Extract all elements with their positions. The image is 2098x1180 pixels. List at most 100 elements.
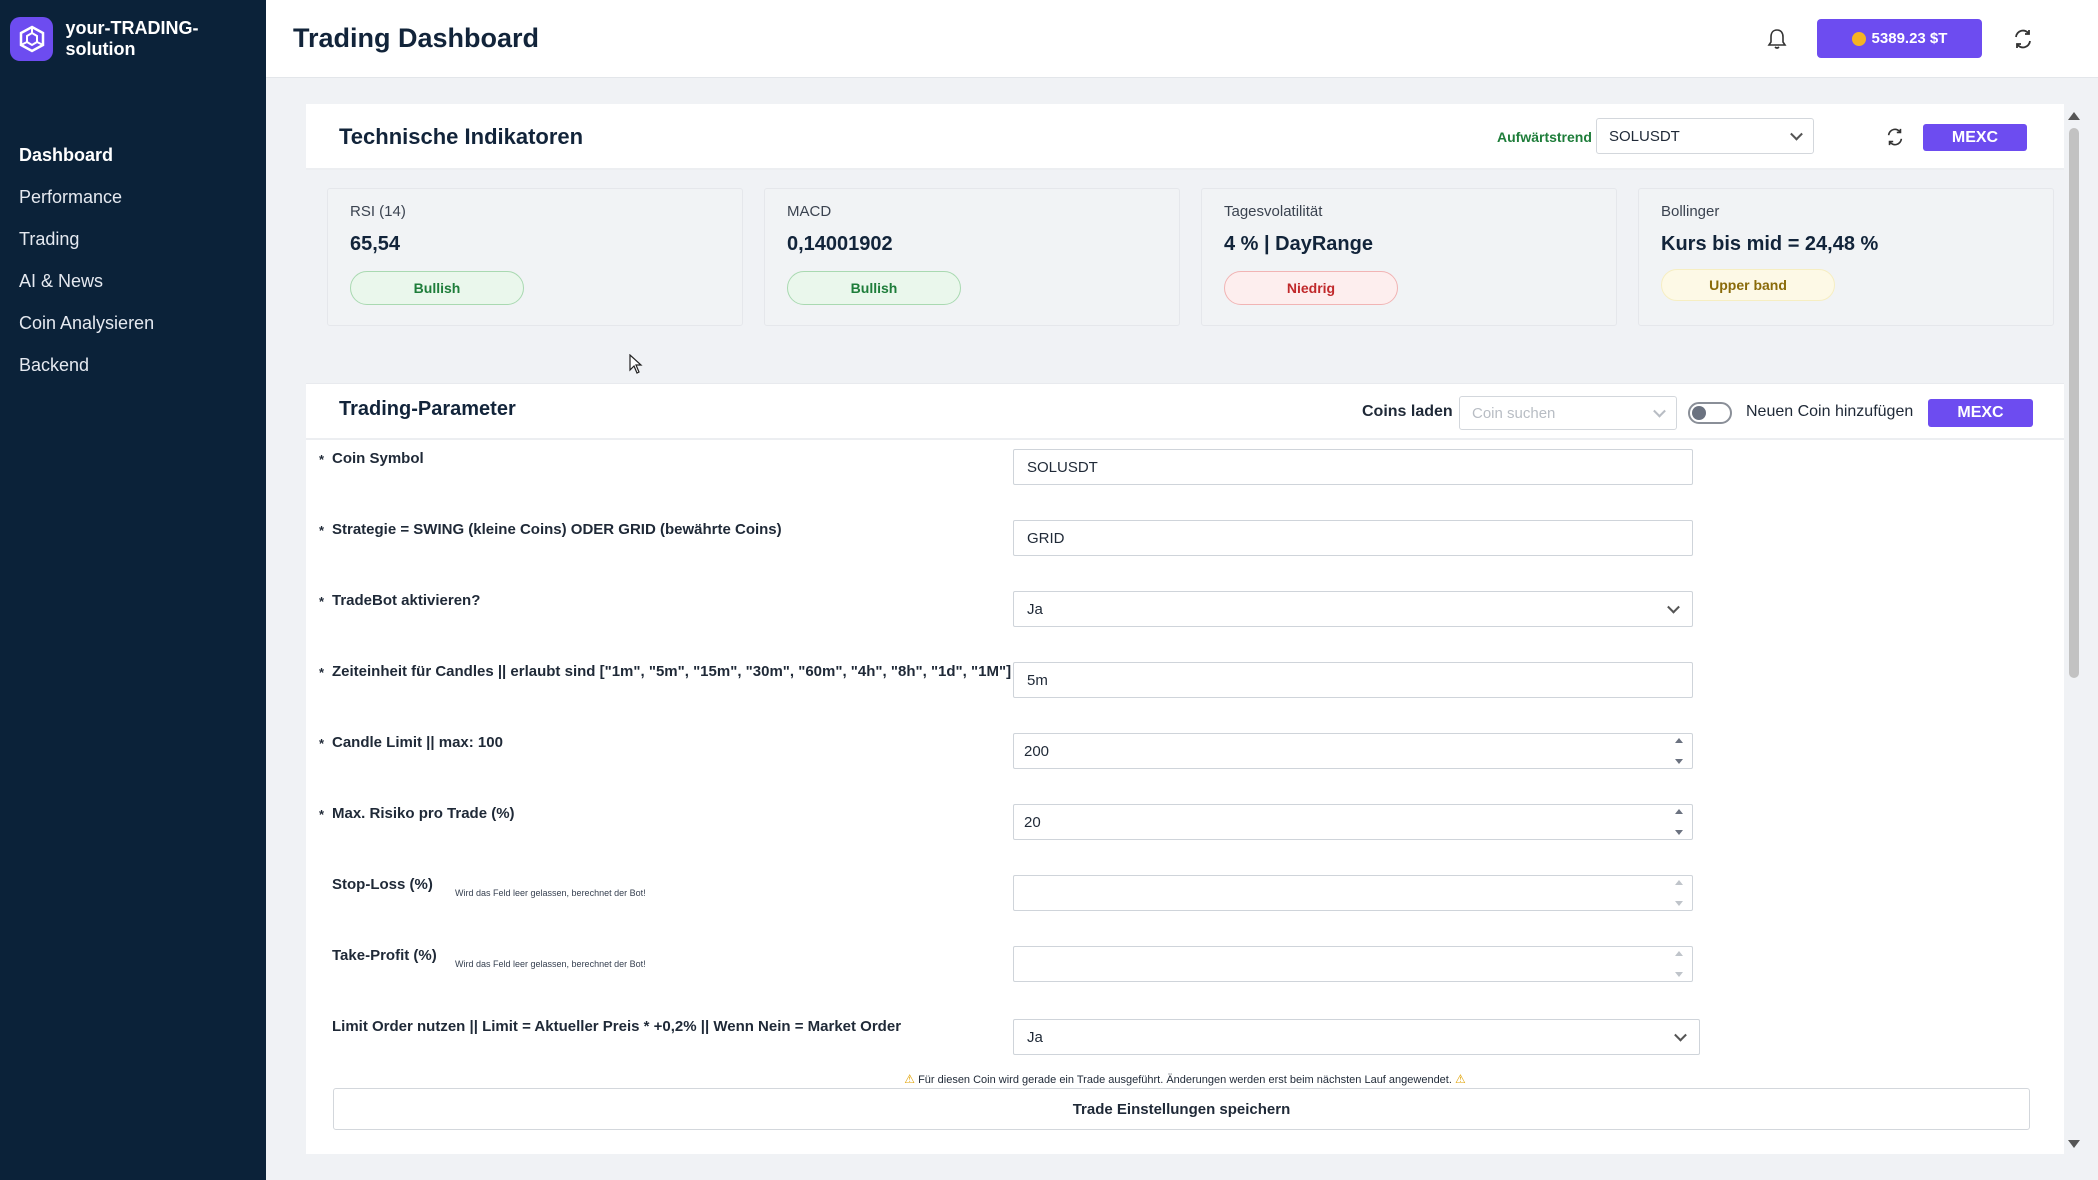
card-value: 4 % | DayRange xyxy=(1224,233,1373,255)
params-title: Trading-Parameter xyxy=(339,398,516,420)
select-value: Ja xyxy=(1027,600,1043,618)
balance-button[interactable]: 5389.23 $T xyxy=(1817,19,1982,58)
coin-icon xyxy=(1851,31,1866,46)
trade-warning: ⚠ Für diesen Coin wird gerade ein Trade … xyxy=(306,1072,2064,1086)
scroll-thumb[interactable] xyxy=(2069,128,2079,678)
sidebar-item-trading[interactable]: Trading xyxy=(0,218,266,260)
add-coin-label: Neuen Coin hinzufügen xyxy=(1746,403,1914,420)
field-hint: Wird das Feld leer gelassen, berechnet d… xyxy=(455,888,646,898)
status-badge: Bullish xyxy=(787,271,961,305)
number-stepper[interactable] xyxy=(1674,809,1684,835)
chevron-down-icon xyxy=(1667,600,1680,614)
trend-label: Aufwärtstrend xyxy=(1497,129,1592,145)
form-row-stop-loss: Stop-Loss (%) Wird das Feld leer gelasse… xyxy=(306,866,2064,937)
save-settings-button[interactable]: Trade Einstellungen speichern xyxy=(333,1088,2030,1130)
limit-order-select[interactable]: Ja xyxy=(1013,1019,1700,1055)
symbol-select-value: SOLUSDT xyxy=(1609,127,1680,145)
params-exchange-button[interactable]: MEXC xyxy=(1928,399,2033,427)
warning-icon: ⚠ xyxy=(904,1072,916,1086)
candle-limit-input[interactable]: 200 xyxy=(1013,733,1693,769)
scroll-down-icon[interactable] xyxy=(2068,1140,2080,1148)
indicator-card-volatility: Tagesvolatilität 4 % | DayRange Niedrig xyxy=(1201,188,1617,326)
brand[interactable]: your-TRADING-solution xyxy=(0,0,266,78)
field-label: Zeiteinheit für Candles || erlaubt sind … xyxy=(332,663,1012,680)
max-risk-input[interactable]: 20 xyxy=(1013,804,1693,840)
card-label: MACD xyxy=(787,203,832,220)
balance-value: 5389.23 $T xyxy=(1871,30,1948,47)
field-label: Limit Order nutzen || Limit = Aktueller … xyxy=(332,1018,902,1035)
input-value: 200 xyxy=(1024,742,1050,760)
form-row-candle-limit: * Candle Limit || max: 100 200 xyxy=(306,724,2064,795)
brand-logo-icon xyxy=(10,17,54,61)
form-row-tradebot: * TradeBot aktivieren? Ja xyxy=(306,582,2064,653)
field-label: TradeBot aktivieren? xyxy=(332,592,481,609)
indicator-card-macd: MACD 0,14001902 Bullish xyxy=(764,188,1180,326)
required-marker: * xyxy=(319,665,325,680)
number-stepper[interactable] xyxy=(1674,951,1684,977)
indicator-cards: RSI (14) 65,54 Bullish MACD 0,14001902 B… xyxy=(306,170,2064,384)
sidebar-item-ai-news[interactable]: AI & News xyxy=(0,260,266,302)
required-marker: * xyxy=(319,594,325,609)
sidebar-item-dashboard[interactable]: Dashboard xyxy=(0,134,266,176)
form-row-coin-symbol: * Coin Symbol SOLUSDT xyxy=(306,440,2064,511)
stop-loss-input[interactable] xyxy=(1013,875,1693,911)
add-coin-toggle[interactable] xyxy=(1688,402,1732,424)
refresh-indicators-icon[interactable] xyxy=(1882,124,1908,150)
coin-search-placeholder: Coin suchen xyxy=(1472,404,1556,422)
sidebar-item-performance[interactable]: Performance xyxy=(0,176,266,218)
coins-load-label: Coins laden xyxy=(1362,403,1453,420)
form-row-timeframe: * Zeiteinheit für Candles || erlaubt sin… xyxy=(306,653,2064,724)
indicator-card-bollinger: Bollinger Kurs bis mid = 24,48 % Upper b… xyxy=(1638,188,2054,326)
timeframe-input[interactable]: 5m xyxy=(1013,662,1693,698)
brand-name: your-TRADING-solution xyxy=(65,18,199,59)
tradebot-select[interactable]: Ja xyxy=(1013,591,1693,627)
field-label: Coin Symbol xyxy=(332,450,424,467)
number-stepper[interactable] xyxy=(1674,738,1684,764)
content-scrollbar[interactable] xyxy=(2066,104,2082,1154)
field-label: Strategie = SWING (kleine Coins) ODER GR… xyxy=(332,521,782,538)
chevron-down-icon xyxy=(1674,1028,1687,1042)
scroll-up-icon[interactable] xyxy=(2068,112,2080,120)
status-badge: Upper band xyxy=(1661,269,1835,301)
input-value: GRID xyxy=(1027,529,1065,547)
warning-text: Für diesen Coin wird gerade ein Trade au… xyxy=(918,1074,1452,1086)
form-row-strategy: * Strategie = SWING (kleine Coins) ODER … xyxy=(306,511,2064,582)
main-content: Technische Indikatoren Aufwärtstrend SOL… xyxy=(306,104,2064,1154)
required-marker: * xyxy=(319,452,325,467)
form-row-limit-order: Limit Order nutzen || Limit = Aktueller … xyxy=(306,1008,2064,1079)
select-value: Ja xyxy=(1027,1028,1043,1046)
symbol-select[interactable]: SOLUSDT xyxy=(1596,118,1814,154)
field-label: Take-Profit (%) xyxy=(332,947,437,964)
indicator-card-rsi: RSI (14) 65,54 Bullish xyxy=(327,188,743,326)
field-label: Max. Risiko pro Trade (%) xyxy=(332,805,515,822)
mouse-cursor-icon xyxy=(629,354,643,374)
form-row-take-profit: Take-Profit (%) Wird das Feld leer gelas… xyxy=(306,937,2064,1008)
card-value: Kurs bis mid = 24,48 % xyxy=(1661,233,1879,255)
card-value: 0,14001902 xyxy=(787,233,893,255)
sidebar-nav: Dashboard Performance Trading AI & News … xyxy=(0,134,266,386)
form-row-max-risk: * Max. Risiko pro Trade (%) 20 xyxy=(306,795,2064,866)
chevron-down-icon xyxy=(1790,127,1803,141)
toggle-knob xyxy=(1692,406,1706,420)
number-stepper[interactable] xyxy=(1674,880,1684,906)
required-marker: * xyxy=(319,736,325,751)
indicators-header: Technische Indikatoren Aufwärtstrend SOL… xyxy=(306,104,2064,170)
page-title: Trading Dashboard xyxy=(293,23,540,53)
take-profit-input[interactable] xyxy=(1013,946,1693,982)
field-label: Stop-Loss (%) xyxy=(332,876,433,893)
status-badge: Niedrig xyxy=(1224,271,1398,305)
refresh-icon[interactable] xyxy=(2009,25,2037,53)
exchange-button[interactable]: MEXC xyxy=(1923,124,2027,151)
card-label: Bollinger xyxy=(1661,203,1720,220)
sidebar: your-TRADING-solution Dashboard Performa… xyxy=(0,0,266,1180)
input-value: 20 xyxy=(1024,813,1041,831)
strategy-input[interactable]: GRID xyxy=(1013,520,1693,556)
coin-search-select[interactable]: Coin suchen xyxy=(1459,396,1677,430)
bell-icon[interactable] xyxy=(1764,26,1790,52)
sidebar-item-backend[interactable]: Backend xyxy=(0,344,266,386)
sidebar-item-coin-analysieren[interactable]: Coin Analysieren xyxy=(0,302,266,344)
status-badge: Bullish xyxy=(350,271,524,305)
coin-symbol-input[interactable]: SOLUSDT xyxy=(1013,449,1693,485)
input-value: SOLUSDT xyxy=(1027,458,1098,476)
params-header: Trading-Parameter Coins laden Coin suche… xyxy=(306,384,2064,440)
